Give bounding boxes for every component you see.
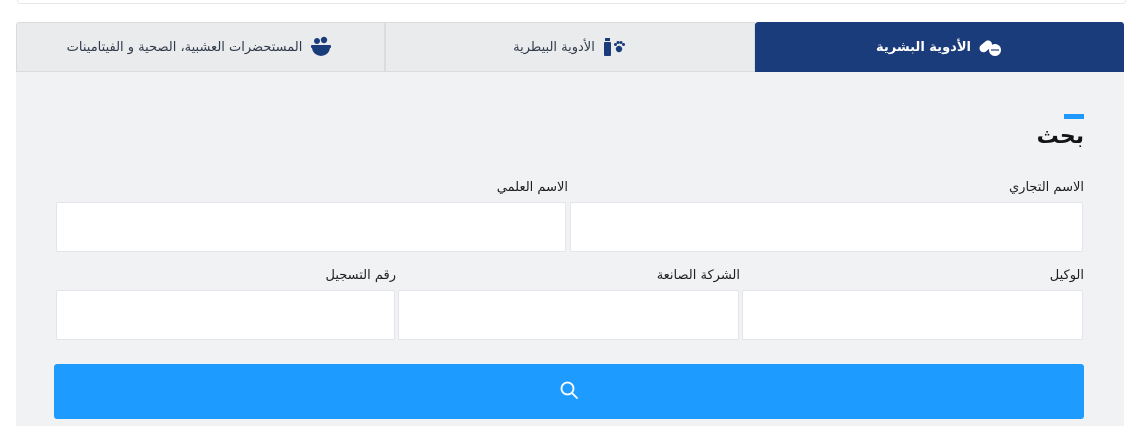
top-strip	[17, 0, 1126, 4]
search-panel: بحث الاسم التجاري الاسم العلمي الوكيل ال…	[16, 72, 1124, 426]
herbal-bowl-icon	[308, 34, 334, 60]
search-icon	[559, 380, 579, 403]
tab-veterinary-medicines[interactable]: الأدوية البيطرية	[385, 22, 755, 72]
scientific-name-input[interactable]	[56, 202, 566, 252]
registration-number-input[interactable]	[56, 290, 395, 340]
manufacturer-label: الشركة الصانعة	[656, 268, 740, 283]
trade-name-input[interactable]	[570, 202, 1083, 252]
agent-input[interactable]	[742, 290, 1083, 340]
registration-number-label: رقم التسجيل	[325, 268, 396, 283]
tab-herbal-products[interactable]: المستحضرات العشبية، الصحية و الفيتامينات	[16, 22, 385, 72]
tab-human-medicines[interactable]: الأدوية البشرية	[755, 22, 1124, 72]
category-tabs: الأدوية البشرية الأدوية البيطرية المستحض…	[16, 22, 1124, 72]
scientific-name-label: الاسم العلمي	[496, 180, 568, 195]
tab-label: الأدوية البيطرية	[513, 39, 595, 55]
agent-label: الوكيل	[1049, 268, 1084, 283]
search-title: بحث	[1036, 124, 1084, 149]
tab-label: الأدوية البشرية	[876, 39, 971, 55]
manufacturer-input[interactable]	[398, 290, 739, 340]
tab-label: المستحضرات العشبية، الصحية و الفيتامينات	[66, 39, 303, 55]
search-button[interactable]	[54, 364, 1084, 419]
title-accent-bar	[1064, 114, 1084, 119]
trade-name-label: الاسم التجاري	[1008, 180, 1084, 195]
paw-bottle-icon	[601, 34, 627, 60]
pills-icon	[977, 34, 1003, 60]
